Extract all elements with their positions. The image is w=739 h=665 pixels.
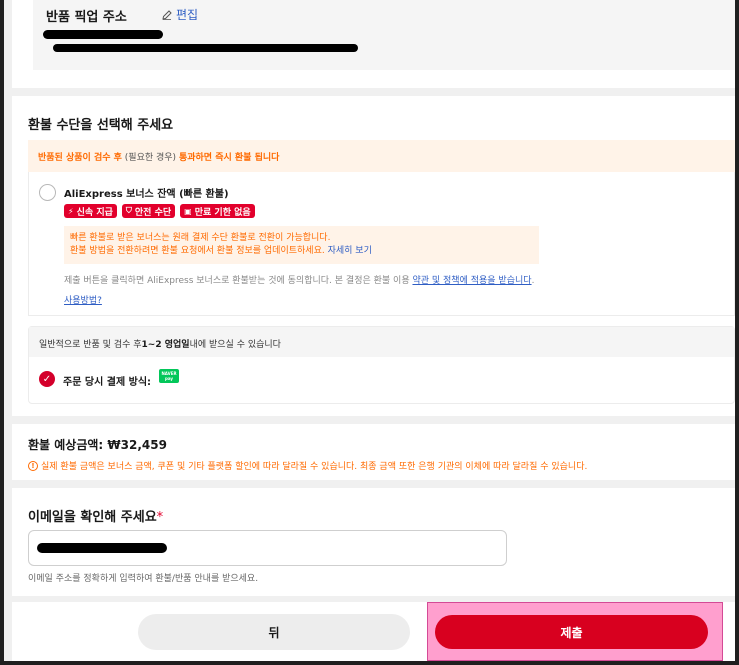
back-button[interactable]: 뒤 (138, 614, 410, 650)
email-input[interactable] (28, 530, 507, 566)
redacted-address (53, 44, 358, 52)
lightning-icon: ⚡ (68, 206, 74, 216)
email-confirm-title: 이메일을 확인해 주세요* (28, 510, 164, 525)
bonus-info-box: 빠른 환불로 받은 보너스는 원래 결제 수단 환불로 전환이 가능합니다. 환… (64, 226, 539, 264)
info-icon: ! (28, 460, 38, 471)
refund-method-section: 환불 수단을 선택해 주세요 반품된 상품이 검수 후 (필요한 경우) 통과하… (12, 96, 735, 416)
refund-estimate-title: 환불 예상금액: ₩32,459 (28, 438, 167, 452)
bonus-info-line1: 빠른 환불로 받은 보너스는 원래 결제 수단 환불로 전환이 가능합니다. (70, 233, 331, 243)
refund-page: 반품 픽업 주소 편집 환불 수단을 선택해 주세요 반품된 상품이 검수 후 … (4, 0, 735, 661)
original-payment-option[interactable]: 일반적으로 반품 및 검수 후1~2 영업일내에 받으실 수 있습니다 ✓ 주문… (28, 326, 735, 404)
pickup-address-section: 반품 픽업 주소 편집 (12, 0, 735, 88)
naver-pay-logo: NAVER pay (159, 369, 179, 383)
submit-highlight: 제출 (427, 602, 723, 661)
agreement-text: 제출 버튼을 클릭하면 AliExpress 보너스로 환불받는 것에 동의합니… (64, 273, 534, 286)
pencil-icon (162, 9, 172, 20)
payment-timing-pre: 일반적으로 반품 및 검수 후 (39, 340, 142, 350)
bonus-refund-radio[interactable] (39, 184, 56, 201)
learn-more-link[interactable]: 자세히 보기 (328, 246, 372, 256)
email-help-text: 이메일 주소를 정확하게 입력하여 환불/반품 안내를 받으세요. (28, 574, 259, 584)
notice-highlight-2: 통과하면 즉시 환불 됩니다 (178, 153, 280, 163)
badge-safe-method: ⛉ 안전 수단 (121, 204, 176, 218)
badge-fast-payout-label: 신속 지급 (76, 207, 113, 218)
refund-estimate-note: ! 실제 환불 금액은 보너스 금액, 쿠폰 및 기타 플랫폼 할인에 따라 달… (28, 459, 587, 472)
bonus-info-line2: 환불 방법을 전환하려면 환불 요청에서 환불 정보를 업데이트하세요. (70, 246, 325, 256)
how-to-use-link[interactable]: 사용방법? (64, 293, 102, 306)
pickup-address-box: 반품 픽업 주소 편집 (33, 0, 735, 70)
badge-no-expiry-label: 만료 기한 없음 (194, 207, 251, 218)
refund-notice-banner: 반품된 상품이 검수 후 (필요한 경우) 통과하면 즉시 환불 됩니다 (28, 140, 735, 172)
redacted-email (37, 543, 167, 553)
notice-mid: (필요한 경우) (121, 153, 179, 163)
refund-estimate-note-text: 실제 환불 금액은 보너스 금액, 쿠폰 및 기타 플랫폼 할인에 따라 달라질… (41, 462, 588, 472)
edit-address-label: 편집 (176, 8, 199, 22)
calendar-icon: ▣ (184, 206, 192, 216)
agreement-body: 제출 버튼을 클릭하면 AliExpress 보너스로 환불받는 것에 동의합니… (64, 276, 413, 286)
original-payment-checkbox[interactable]: ✓ (39, 371, 55, 387)
badge-fast-payout: ⚡ 신속 지급 (64, 204, 117, 218)
notice-highlight-1: 반품된 상품이 검수 후 (38, 153, 122, 163)
payment-timing-note: 일반적으로 반품 및 검수 후1~2 영업일내에 받으실 수 있습니다 (29, 327, 734, 357)
original-payment-label: 주문 당시 결제 방식: (63, 377, 152, 388)
redacted-name (43, 30, 163, 39)
edit-address-link[interactable]: 편집 (162, 6, 198, 23)
required-mark: * (156, 510, 164, 525)
bonus-refund-option[interactable]: AliExpress 보너스 잔액 (빠른 환불) ⚡ 신속 지급 ⛉ 안전 수… (28, 172, 735, 316)
terms-link[interactable]: 약관 및 정책에 적용을 받습니다 (412, 276, 531, 286)
submit-button[interactable]: 제출 (435, 615, 708, 649)
badge-no-expiry: ▣ 만료 기한 없음 (180, 204, 255, 218)
payment-timing-post: 내에 받으실 수 있습니다 (189, 340, 281, 350)
bonus-refund-title: AliExpress 보너스 잔액 (빠른 환불) (64, 189, 229, 200)
badge-safe-method-label: 안전 수단 (134, 207, 172, 218)
refund-estimate-section: 환불 예상금액: ₩32,459 ! 실제 환불 금액은 보너스 금액, 쿠폰 … (12, 424, 735, 480)
email-confirm-section: 이메일을 확인해 주세요* 이메일 주소를 정확하게 입력하여 환불/반품 안내… (12, 488, 735, 596)
payment-timing-days: 1~2 영업일 (141, 340, 190, 350)
shield-icon: ⛉ (125, 206, 132, 215)
refund-method-title: 환불 수단을 선택해 주세요 (28, 118, 174, 133)
action-footer: 뒤 제출 (12, 602, 735, 661)
pickup-address-title: 반품 픽업 주소 (46, 10, 127, 25)
agreement-end: . (531, 276, 535, 286)
bonus-badges: ⚡ 신속 지급 ⛉ 안전 수단 ▣ 만료 기한 없음 (64, 204, 255, 218)
